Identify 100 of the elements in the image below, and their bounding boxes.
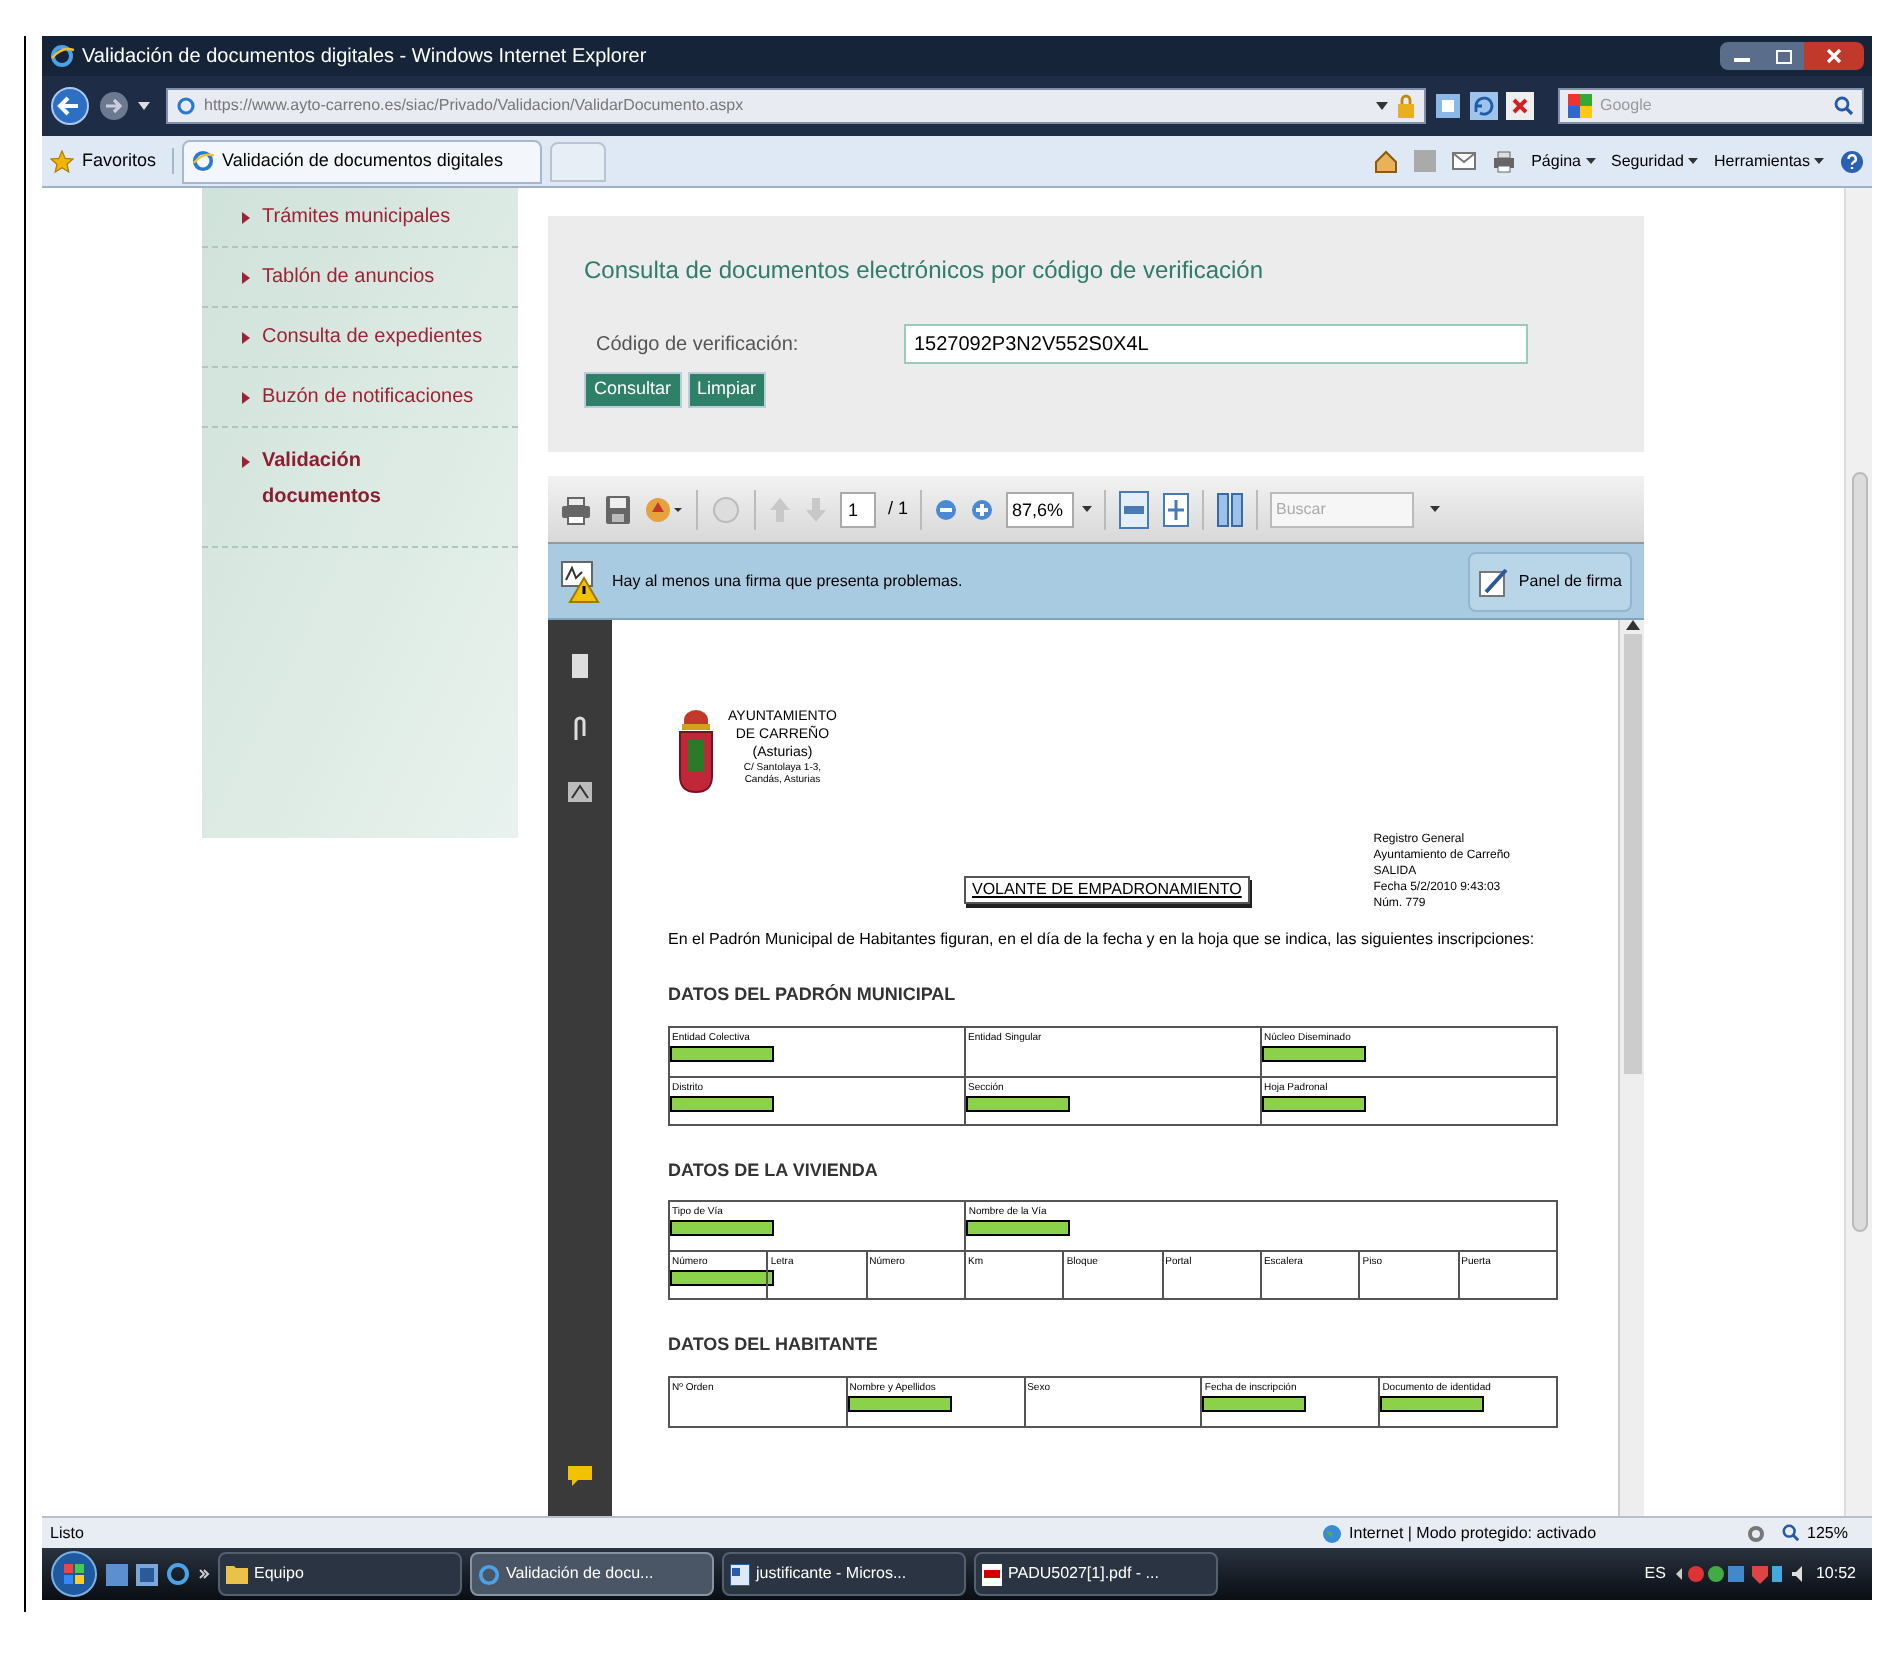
intro-paragraph: En el Padrón Municipal de Habitantes figuran, en el día de la fecha y en la hoja que se indica, las siguientes inscripciones: [668,928,1537,950]
minimize-button[interactable] [1720,42,1764,70]
page-scrollbar[interactable] [1844,188,1872,1516]
columns-icon[interactable] [1216,491,1245,527]
command-menu[interactable]: Herramientas [1713,149,1824,173]
verification-code-field[interactable]: 1527092P3N2V552S0X4L [904,324,1528,364]
ie-logo-icon [192,150,215,172]
command-menu[interactable]: Página [1531,149,1595,173]
ie-logo-icon[interactable] [166,1562,190,1586]
page-icon [176,96,196,116]
browser-tab[interactable]: Validación de documentos digitales [182,139,543,183]
coat-of-arms-icon [676,708,716,796]
search-box[interactable]: Google [1558,88,1864,124]
submit-button[interactable]: Consultar [584,372,682,408]
ie-logo-icon [478,1563,500,1585]
search-field[interactable]: Google [1600,94,1800,118]
taskbar-button[interactable]: PADU5027[1].pdf - ... [974,1552,1218,1596]
zoom-in-icon[interactable] [970,497,995,521]
fit-width-icon[interactable] [1162,491,1191,527]
home-icon[interactable] [1373,149,1398,173]
sidebar-item[interactable]: Consulta de expedientes [202,308,518,368]
sidebar-item[interactable]: Tablón de anuncios [202,248,518,308]
pdf-file-icon [982,1563,1002,1585]
document-scrollbar[interactable] [1618,620,1644,1516]
sidebar-item[interactable]: Trámites municipales [202,188,518,248]
triangle-icon [242,271,250,283]
sidebar-item[interactable]: Validación documentos [202,428,518,548]
printer-icon[interactable] [560,493,592,525]
section-heading: DATOS DEL HABITANTE [668,1332,880,1358]
zoom-level-button[interactable]: 125% [1781,1521,1864,1545]
attachment-icon[interactable] [570,716,590,744]
language-indicator[interactable]: ES [1644,1562,1666,1586]
close-button[interactable] [1804,42,1864,70]
signature-warning-icon [560,559,600,603]
comment-icon[interactable] [566,1464,594,1488]
magnifier-icon [1781,1524,1800,1542]
page-number-field[interactable]: 1 [840,491,876,527]
zoom-field[interactable]: 87,6% [1006,491,1075,527]
security-zone-text: Internet | Modo protegido: activado [1349,1521,1599,1545]
dropdown-icon [1687,158,1698,164]
triangle-icon [242,456,250,468]
triangle-icon [242,391,250,403]
globe-icon [1321,1523,1342,1543]
forward-icon[interactable] [98,90,130,122]
document-title: VOLANTE DE EMPADRONAMIENTO [964,876,1250,904]
back-icon[interactable] [50,86,90,126]
taskbar-button[interactable]: Equipo [218,1552,462,1596]
triangle-icon [242,331,250,343]
signature-icon[interactable] [566,780,594,804]
clear-button[interactable]: Limpiar [687,372,767,408]
search-provider-icon [1568,94,1592,118]
dropdown-icon[interactable] [1082,506,1093,512]
find-field[interactable]: Buscar [1270,491,1415,527]
form-title: Consulta de documentos electrónicos por código de verificación [584,254,1266,288]
favorites-button[interactable]: Favoritos [50,147,175,175]
status-text: Listo [50,1521,84,1545]
signature-pen-icon [1478,565,1511,597]
pages-icon[interactable] [570,652,590,680]
dropdown-icon[interactable] [1430,506,1441,512]
page-count: / 1 [888,495,909,522]
dropdown-icon[interactable] [1376,102,1388,110]
maximize-button[interactable] [1764,42,1804,70]
compatibility-icon[interactable] [1434,92,1462,120]
printer-icon[interactable] [1491,149,1516,173]
window-switch-icon[interactable] [136,1563,158,1585]
section-heading: DATOS DEL PADRÓN MUNICIPAL [668,982,958,1008]
ie-logo-icon [50,44,74,68]
signature-warning-text: Hay al menos una firma que presenta problemas. [612,569,963,593]
search-icon[interactable] [1834,96,1854,116]
star-icon [50,149,74,173]
taskbar-button[interactable]: Validación de docu... [470,1552,714,1596]
chevron-icon[interactable] [198,1568,210,1580]
address-field[interactable]: https://www.ayto-carreno.es/siac/Privado/Validacion/ValidarDocumento.aspx [166,88,1426,124]
document-icon [730,1563,750,1585]
field-label: Código de verificación: [594,331,801,359]
tray-icons-drawing[interactable] [1671,1562,1784,1586]
triangle-icon [242,211,250,223]
mail-icon[interactable] [1451,152,1476,170]
section-heading: DATOS DE LA VIVIENDA [668,1157,880,1183]
dropdown-icon [1814,158,1824,164]
close-icon [1826,48,1842,64]
maximize-icon [1776,49,1792,63]
window-title: Validación de documentos digitales - Windows Internet Explorer [82,43,647,71]
refresh-icon[interactable] [1470,92,1498,120]
command-menu[interactable]: Seguridad [1611,149,1698,173]
zoom-out-icon[interactable] [934,497,959,521]
dropdown-icon [1585,158,1595,164]
close-icon[interactable] [1506,92,1534,120]
clock: 10:52 [1815,1562,1856,1586]
save-icon[interactable] [604,493,632,525]
settings-icon[interactable] [1745,1523,1766,1543]
taskbar-button[interactable]: justificante - Micros... [722,1552,966,1596]
help-icon[interactable] [1840,149,1864,173]
signature-panel-button[interactable]: Panel de firma [1468,551,1632,611]
folder-icon [226,1564,248,1584]
fit-page-icon[interactable] [1118,489,1151,529]
sidebar-item[interactable]: Buzón de notificaciones [202,368,518,428]
share-icon[interactable] [644,493,684,525]
start-button-icon[interactable] [50,1550,98,1598]
dropdown-icon[interactable] [138,102,150,110]
